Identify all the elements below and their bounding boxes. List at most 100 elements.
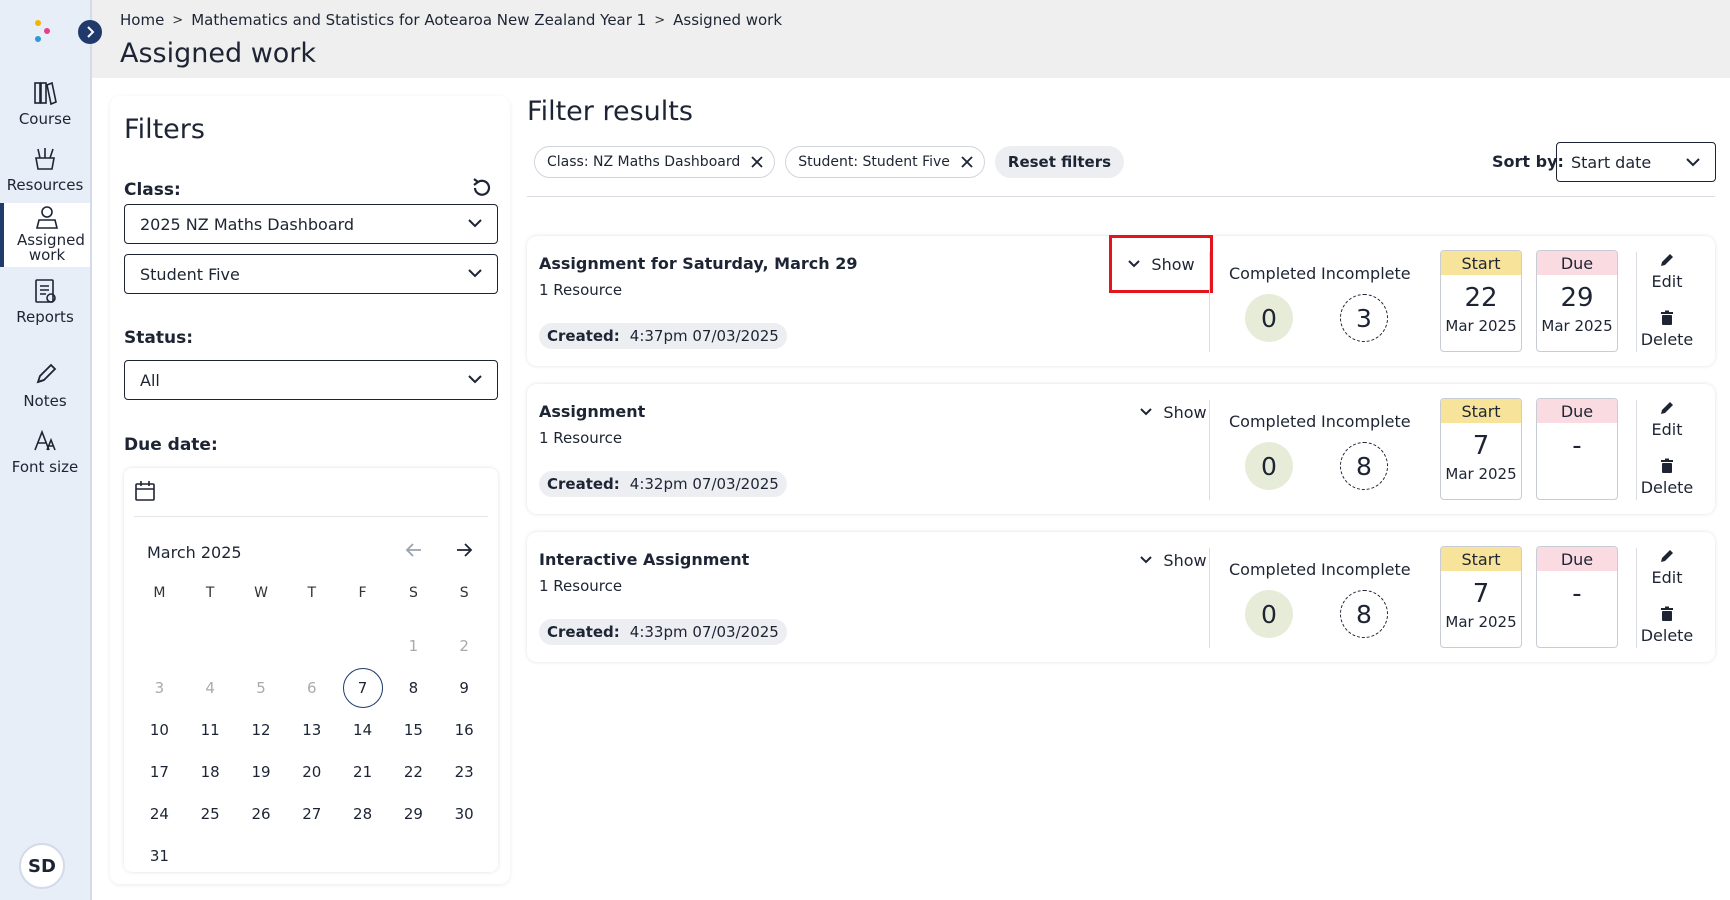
calendar-day-number: 12 <box>251 721 271 739</box>
calendar-day[interactable]: 28 <box>337 793 388 835</box>
assignment-title[interactable]: Interactive Assignment <box>539 550 749 569</box>
calendar-day[interactable]: 14 <box>337 709 388 751</box>
sidebar-item-label: Notes <box>23 392 67 410</box>
sidebar-item-label: Reports <box>16 308 74 326</box>
calendar-day[interactable]: 24 <box>134 793 185 835</box>
reset-icon[interactable] <box>470 176 494 200</box>
calendar-day[interactable]: 10 <box>134 709 185 751</box>
sidebar-item-resources[interactable]: Resources <box>0 146 90 194</box>
incomplete-label: Incomplete <box>1321 560 1411 579</box>
calendar-day[interactable]: 18 <box>185 751 236 793</box>
calendar-day-number: 15 <box>403 721 423 739</box>
calendar-day[interactable]: 17 <box>134 751 185 793</box>
calendar-day-number: 26 <box>251 805 271 823</box>
calendar-day[interactable]: 4 <box>185 667 236 709</box>
calendar-day[interactable]: 23 <box>439 751 490 793</box>
filter-chip-student[interactable]: Student: Student Five <box>785 146 985 178</box>
sidebar-item-font-size[interactable]: Font size <box>0 428 90 476</box>
calendar-day[interactable]: 16 <box>439 709 490 751</box>
font-size-icon <box>34 429 56 451</box>
calendar-day[interactable]: 21 <box>337 751 388 793</box>
incomplete-count[interactable]: 3 <box>1340 294 1388 342</box>
edit-label: Edit <box>1651 568 1683 587</box>
weekday-header: M <box>153 585 166 601</box>
class-select[interactable]: 2025 NZ Maths Dashboard <box>124 204 498 244</box>
status-select[interactable]: All <box>124 360 498 400</box>
calendar-day[interactable]: 13 <box>286 709 337 751</box>
calendar-day[interactable]: 30 <box>439 793 490 835</box>
breadcrumb-home[interactable]: Home <box>120 11 164 29</box>
calendar-day-number: 4 <box>205 679 215 697</box>
chevron-right-icon <box>87 26 95 38</box>
chevron-right-icon: > <box>172 12 184 28</box>
due-label: Due <box>1537 399 1617 423</box>
calendar-day-number: 11 <box>200 721 220 739</box>
close-icon[interactable] <box>750 155 764 169</box>
calendar-day[interactable]: 8 <box>388 667 439 709</box>
calendar-day[interactable]: 19 <box>236 751 287 793</box>
chip-label: Student: Student Five <box>798 154 950 170</box>
status-label: Status: <box>124 328 193 348</box>
show-button[interactable]: Show <box>1109 235 1213 293</box>
reset-filters-button[interactable]: Reset filters <box>994 146 1125 178</box>
sidebar-item-course[interactable]: Course <box>0 80 90 128</box>
delete-label: Delete <box>1640 626 1694 645</box>
start-day: 22 <box>1464 283 1498 313</box>
calendar-day[interactable]: 25 <box>185 793 236 835</box>
breadcrumb-course[interactable]: Mathematics and Statistics for Aotearoa … <box>191 11 646 29</box>
chevron-down-icon <box>1140 408 1153 416</box>
incomplete-count[interactable]: 8 <box>1340 442 1388 490</box>
calendar-day[interactable]: 5 <box>236 667 287 709</box>
incomplete-count[interactable]: 8 <box>1340 590 1388 638</box>
arrow-left-icon[interactable] <box>404 540 424 560</box>
sort-select[interactable]: Start date <box>1556 142 1716 182</box>
student-select[interactable]: Student Five <box>124 254 498 294</box>
arrow-right-icon[interactable] <box>454 540 474 560</box>
filter-chip-class[interactable]: Class: NZ Maths Dashboard <box>534 146 776 178</box>
assignment-title[interactable]: Assignment for Saturday, March 29 <box>539 254 857 273</box>
show-button[interactable]: Show <box>1123 394 1223 430</box>
calendar-day[interactable]: 1 <box>388 625 439 667</box>
sidebar-toggle-button[interactable] <box>78 20 102 44</box>
calendar-day[interactable]: 6 <box>286 667 337 709</box>
sidebar-item-label: Course <box>18 110 72 128</box>
sidebar-item-reports[interactable]: Reports <box>0 278 90 326</box>
calendar-day[interactable]: 27 <box>286 793 337 835</box>
assignment-title[interactable]: Assignment <box>539 402 645 421</box>
close-icon[interactable] <box>960 155 974 169</box>
app-logo[interactable] <box>30 18 54 44</box>
edit-button[interactable]: Edit <box>1627 548 1707 587</box>
sidebar-item-label: Font size <box>11 458 79 476</box>
calendar-day[interactable]: 29 <box>388 793 439 835</box>
delete-button[interactable]: Delete <box>1627 310 1707 349</box>
avatar[interactable]: SD <box>19 843 65 889</box>
show-button[interactable]: Show <box>1123 542 1223 578</box>
completed-label: Completed <box>1229 412 1317 431</box>
calendar-day[interactable]: 11 <box>185 709 236 751</box>
calendar-day[interactable]: 9 <box>439 667 490 709</box>
reports-icon <box>35 279 56 303</box>
edit-button[interactable]: Edit <box>1627 400 1707 439</box>
sidebar-item-assigned-work[interactable]: Assigned work <box>0 203 90 267</box>
delete-button[interactable]: Delete <box>1627 606 1707 645</box>
delete-label: Delete <box>1640 478 1694 497</box>
calendar-day[interactable]: 20 <box>286 751 337 793</box>
calendar-day[interactable]: 26 <box>236 793 287 835</box>
calendar-day-number: 23 <box>454 763 474 781</box>
calendar-day[interactable]: 3 <box>134 667 185 709</box>
chevron-down-icon <box>468 375 482 384</box>
delete-button[interactable]: Delete <box>1627 458 1707 497</box>
calendar-icon[interactable] <box>134 480 156 502</box>
calendar-day[interactable]: 22 <box>388 751 439 793</box>
sidebar: Course Resources Assigned work Reports N… <box>0 0 92 900</box>
calendar-day[interactable]: 31 <box>134 835 185 877</box>
sidebar-item-notes[interactable]: Notes <box>0 362 90 410</box>
filters-title: Filters <box>124 114 205 145</box>
calendar-day[interactable]: 12 <box>236 709 287 751</box>
weekday-header: T <box>205 585 215 601</box>
calendar-day[interactable]: 2 <box>439 625 490 667</box>
calendar-day[interactable]: 15 <box>388 709 439 751</box>
calendar-day-selected[interactable]: 7 <box>337 667 388 709</box>
edit-button[interactable]: Edit <box>1627 252 1707 291</box>
divider <box>1209 252 1210 352</box>
